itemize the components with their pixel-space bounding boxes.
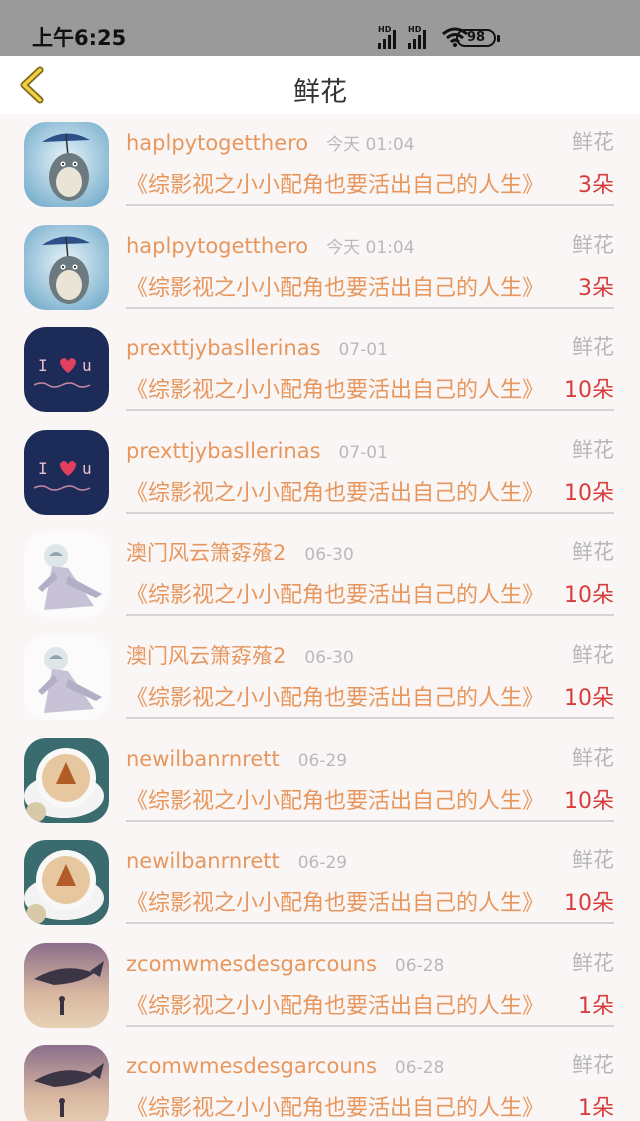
flower-count: 10朵: [564, 788, 614, 814]
list-item[interactable]: newilbanrnrett 06-29 鲜花 《综影视之小小配角也要活出自己的人…: [0, 832, 640, 935]
status-time: 上午6:25: [32, 26, 127, 50]
item-time: 06-30: [304, 545, 354, 566]
flower-count: 10朵: [564, 685, 614, 711]
list-item[interactable]: zcomwmesdesgarcouns 06-28 鲜花 《综影视之小小配角也要活…: [0, 1037, 640, 1121]
list-item[interactable]: haplpytogetthero 今天 01:04 鲜花 《综影视之小小配角也要活…: [0, 217, 640, 320]
user-avatar[interactable]: [24, 737, 109, 823]
divider: [126, 922, 614, 925]
gift-type: 鲜花: [572, 848, 614, 873]
gift-type: 鲜花: [572, 232, 614, 257]
flower-count: 3朵: [578, 275, 614, 301]
flower-count: 3朵: [578, 173, 614, 198]
item-time: 06-30: [304, 647, 354, 668]
flower-count: 10朵: [564, 480, 614, 506]
user-avatar[interactable]: [24, 224, 109, 310]
list-item[interactable]: haplpytogetthero 今天 01:04 鲜花 《综影视之小小配角也要活…: [0, 114, 640, 217]
header-bar: 鲜花: [0, 56, 640, 114]
status-bar: 上午6:25 HD HD 98: [0, 0, 640, 56]
svg-text:I: I: [38, 459, 48, 478]
user-avatar[interactable]: [24, 634, 109, 720]
divider: [126, 819, 614, 822]
divider: [126, 511, 614, 514]
list-item[interactable]: 澳门风云箫孬蕵2 06-30 鲜花 《综影视之小小配角也要活出自己的人生》 10朵: [0, 524, 640, 627]
gift-type: 鲜花: [572, 950, 614, 975]
user-name[interactable]: 澳门风云箫孬蕵2 06-30: [126, 643, 354, 671]
user-avatar[interactable]: [24, 1045, 109, 1121]
item-time: 06-28: [394, 1058, 445, 1079]
flower-count: 1朵: [578, 993, 614, 1019]
item-time: 07-01: [338, 340, 388, 361]
divider: [126, 204, 614, 206]
gift-type: 鲜花: [572, 642, 614, 667]
gift-type: 鲜花: [572, 437, 614, 462]
gift-type: 鲜花: [572, 130, 614, 154]
signal-icon: HD: [408, 25, 432, 49]
list-item[interactable]: newilbanrnrett 06-29 鲜花 《综影视之小小配角也要活出自己的人…: [0, 730, 640, 833]
book-title[interactable]: 《综影视之小小配角也要活出自己的人生》: [126, 1095, 544, 1121]
gift-type: 鲜花: [572, 1053, 614, 1078]
book-title[interactable]: 《综影视之小小配角也要活出自己的人生》: [126, 582, 544, 610]
flower-count: 1朵: [578, 1096, 614, 1121]
user-name[interactable]: newilbanrnrett 06-29: [126, 746, 347, 774]
gift-type: 鲜花: [572, 540, 614, 565]
gift-type: 鲜花: [572, 335, 614, 360]
user-name[interactable]: zcomwmesdesgarcouns 06-28: [126, 1053, 444, 1081]
divider: [126, 409, 614, 412]
user-name[interactable]: zcomwmesdesgarcouns 06-28: [126, 951, 444, 979]
flower-count: 10朵: [564, 378, 614, 404]
gift-type: 鲜花: [572, 745, 614, 770]
item-time: 07-01: [338, 442, 388, 463]
user-name[interactable]: haplpytogetthero 今天 01:04: [126, 233, 415, 261]
book-title[interactable]: 《综影视之小小配角也要活出自己的人生》: [126, 172, 544, 200]
list-item[interactable]: Iu prexttjybasllerinas 07-01 鲜花 《综影视之小小配角…: [0, 319, 640, 422]
user-avatar[interactable]: Iu: [24, 327, 109, 413]
user-name[interactable]: 澳门风云箫孬蕵2 06-30: [126, 540, 354, 568]
user-name[interactable]: prexttjybasllerinas 07-01: [126, 335, 388, 363]
user-name[interactable]: prexttjybasllerinas 07-01: [126, 438, 388, 466]
list-item[interactable]: zcomwmesdesgarcouns 06-28 鲜花 《综影视之小小配角也要活…: [0, 935, 640, 1038]
divider: [126, 306, 614, 309]
flower-count: 10朵: [564, 891, 614, 917]
divider: [126, 614, 614, 617]
book-title[interactable]: 《综影视之小小配角也要活出自己的人生》: [126, 993, 544, 1021]
list-item[interactable]: Iu prexttjybasllerinas 07-01 鲜花 《综影视之小小配角…: [0, 422, 640, 525]
svg-text:u: u: [82, 459, 92, 478]
book-title[interactable]: 《综影视之小小配角也要活出自己的人生》: [126, 890, 544, 918]
item-time: 06-28: [394, 955, 445, 976]
user-avatar[interactable]: [24, 942, 109, 1028]
user-name[interactable]: haplpytogetthero 今天 01:04: [126, 130, 415, 158]
divider: [126, 1024, 614, 1027]
item-time: 今天 01:04: [326, 135, 415, 155]
divider: [126, 716, 614, 719]
book-title[interactable]: 《综影视之小小配角也要活出自己的人生》: [126, 275, 544, 303]
list-item[interactable]: 澳门风云箫孬蕵2 06-30 鲜花 《综影视之小小配角也要活出自己的人生》 10朵: [0, 627, 640, 730]
battery-icon: 98: [456, 29, 500, 47]
book-title[interactable]: 《综影视之小小配角也要活出自己的人生》: [126, 685, 544, 713]
flower-count: 10朵: [564, 583, 614, 609]
page-title: 鲜花: [293, 77, 347, 108]
user-avatar[interactable]: Iu: [24, 429, 109, 515]
user-avatar[interactable]: [24, 532, 109, 618]
svg-text:u: u: [82, 356, 92, 375]
book-title[interactable]: 《综影视之小小配角也要活出自己的人生》: [126, 788, 544, 816]
book-title[interactable]: 《综影视之小小配角也要活出自己的人生》: [126, 377, 544, 405]
user-name[interactable]: newilbanrnrett 06-29: [126, 848, 347, 876]
svg-text:I: I: [38, 356, 48, 375]
user-avatar[interactable]: [24, 840, 109, 926]
user-avatar[interactable]: [24, 122, 109, 207]
flower-list: haplpytogetthero 今天 01:04 鲜花 《综影视之小小配角也要活…: [0, 114, 640, 1121]
item-time: 06-29: [297, 853, 348, 874]
signal-icon: HD: [378, 25, 402, 49]
item-time: 06-29: [297, 750, 348, 771]
book-title[interactable]: 《综影视之小小配角也要活出自己的人生》: [126, 480, 544, 508]
item-time: 今天 01:04: [326, 237, 415, 258]
signal-icons: HD HD: [378, 25, 432, 49]
